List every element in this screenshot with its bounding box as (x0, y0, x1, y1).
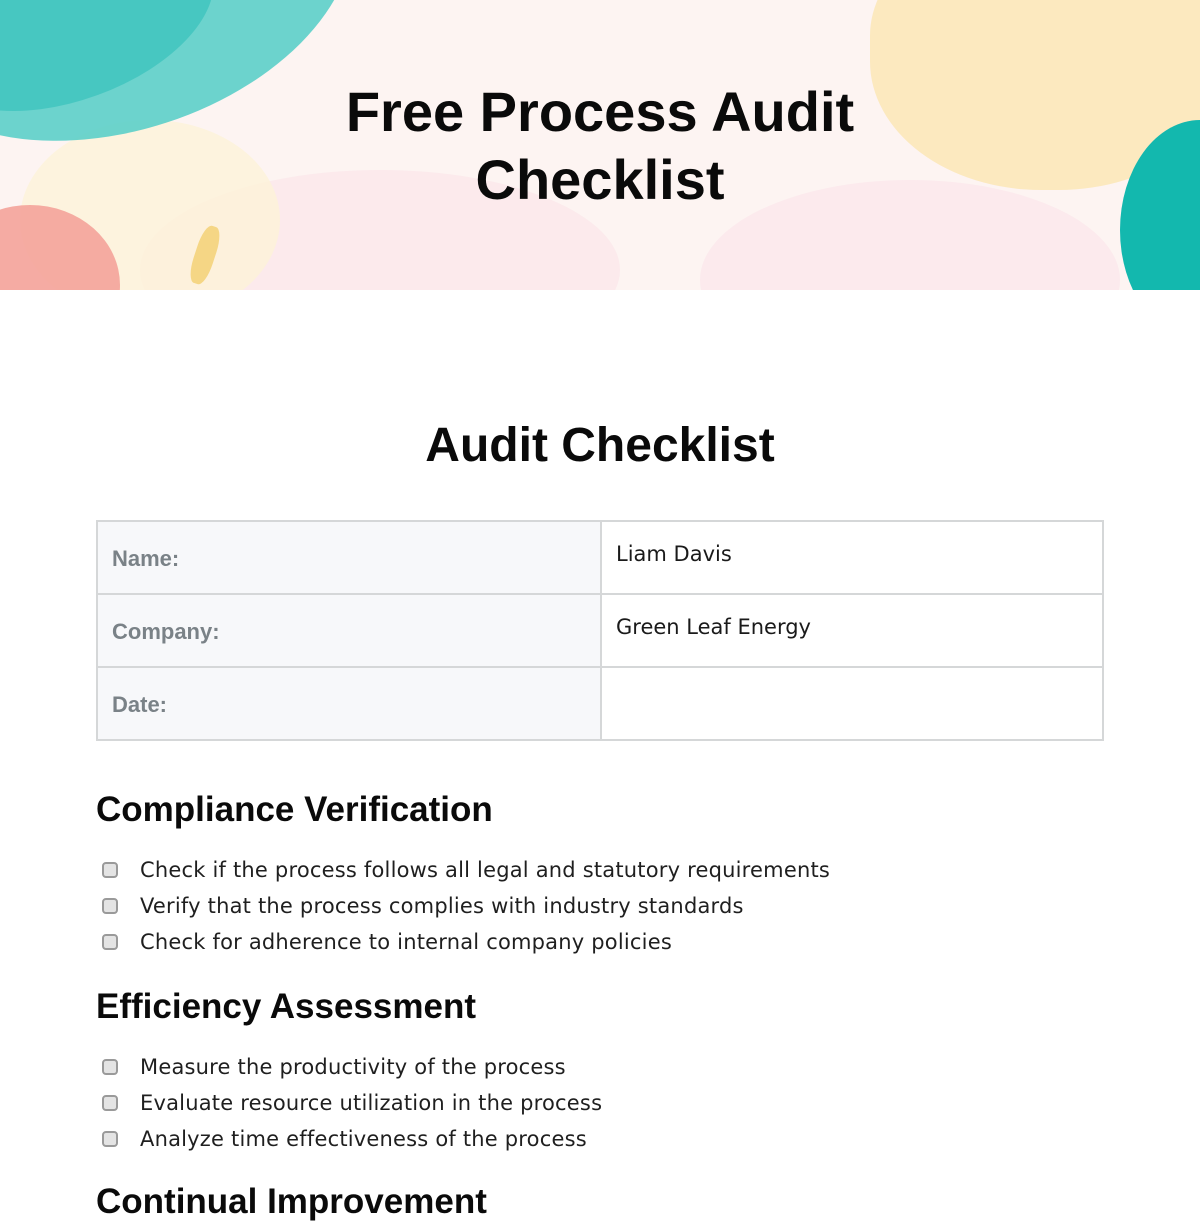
info-table: Name: Liam Davis Company: Green Leaf Ene… (96, 520, 1104, 741)
checkbox[interactable] (102, 1059, 118, 1075)
checklist-item: Measure the productivity of the process (96, 1049, 1106, 1085)
checkbox[interactable] (102, 934, 118, 950)
section-heading: Efficiency Assessment (96, 987, 476, 1026)
checklist-item: Check for adherence to internal company … (96, 924, 1106, 960)
checklist-item-text: Verify that the process complies with in… (140, 894, 744, 918)
checkbox[interactable] (102, 1131, 118, 1147)
banner-title-line-1: Free Process Audit (345, 80, 855, 143)
name-label: Name: (96, 520, 602, 595)
checkbox[interactable] (102, 1095, 118, 1111)
info-row-date: Date: (96, 666, 1104, 741)
banner-title: Free Process Audit Checklist (0, 78, 1200, 214)
checklist-item-text: Analyze time effectiveness of the proces… (140, 1127, 587, 1151)
checklist-item-text: Check if the process follows all legal a… (140, 858, 831, 882)
section-heading: Continual Improvement (96, 1182, 487, 1221)
checklist: Check if the process follows all legal a… (96, 852, 1106, 960)
checklist-item-text: Evaluate resource utilization in the pro… (140, 1091, 603, 1115)
name-value[interactable]: Liam Davis (600, 520, 1104, 595)
info-row-company: Company: Green Leaf Energy (96, 593, 1104, 668)
company-label: Company: (96, 593, 602, 668)
checklist: Measure the productivity of the process … (96, 1049, 1106, 1157)
checklist-item-text: Check for adherence to internal company … (140, 930, 672, 954)
checklist-item: Analyze time effectiveness of the proces… (96, 1121, 1106, 1157)
date-value[interactable] (600, 666, 1104, 741)
company-value[interactable]: Green Leaf Energy (600, 593, 1104, 668)
section-continual-improvement: Continual Improvement (96, 1182, 1106, 1222)
document-title: Audit Checklist (425, 419, 775, 472)
date-label: Date: (96, 666, 602, 741)
checklist-item: Check if the process follows all legal a… (96, 852, 1106, 888)
banner-title-line-2: Checklist (475, 148, 725, 211)
checklist-item-text: Measure the productivity of the process (140, 1055, 566, 1079)
checklist-item: Evaluate resource utilization in the pro… (96, 1085, 1106, 1121)
checklist-item: Verify that the process complies with in… (96, 888, 1106, 924)
section-compliance-verification: Compliance Verification Check if the pro… (96, 790, 1106, 960)
section-efficiency-assessment: Efficiency Assessment Measure the produc… (96, 987, 1106, 1157)
checkbox[interactable] (102, 898, 118, 914)
checkbox[interactable] (102, 862, 118, 878)
header-banner: Free Process Audit Checklist (0, 0, 1200, 290)
info-row-name: Name: Liam Davis (96, 520, 1104, 595)
section-heading: Compliance Verification (96, 790, 493, 829)
